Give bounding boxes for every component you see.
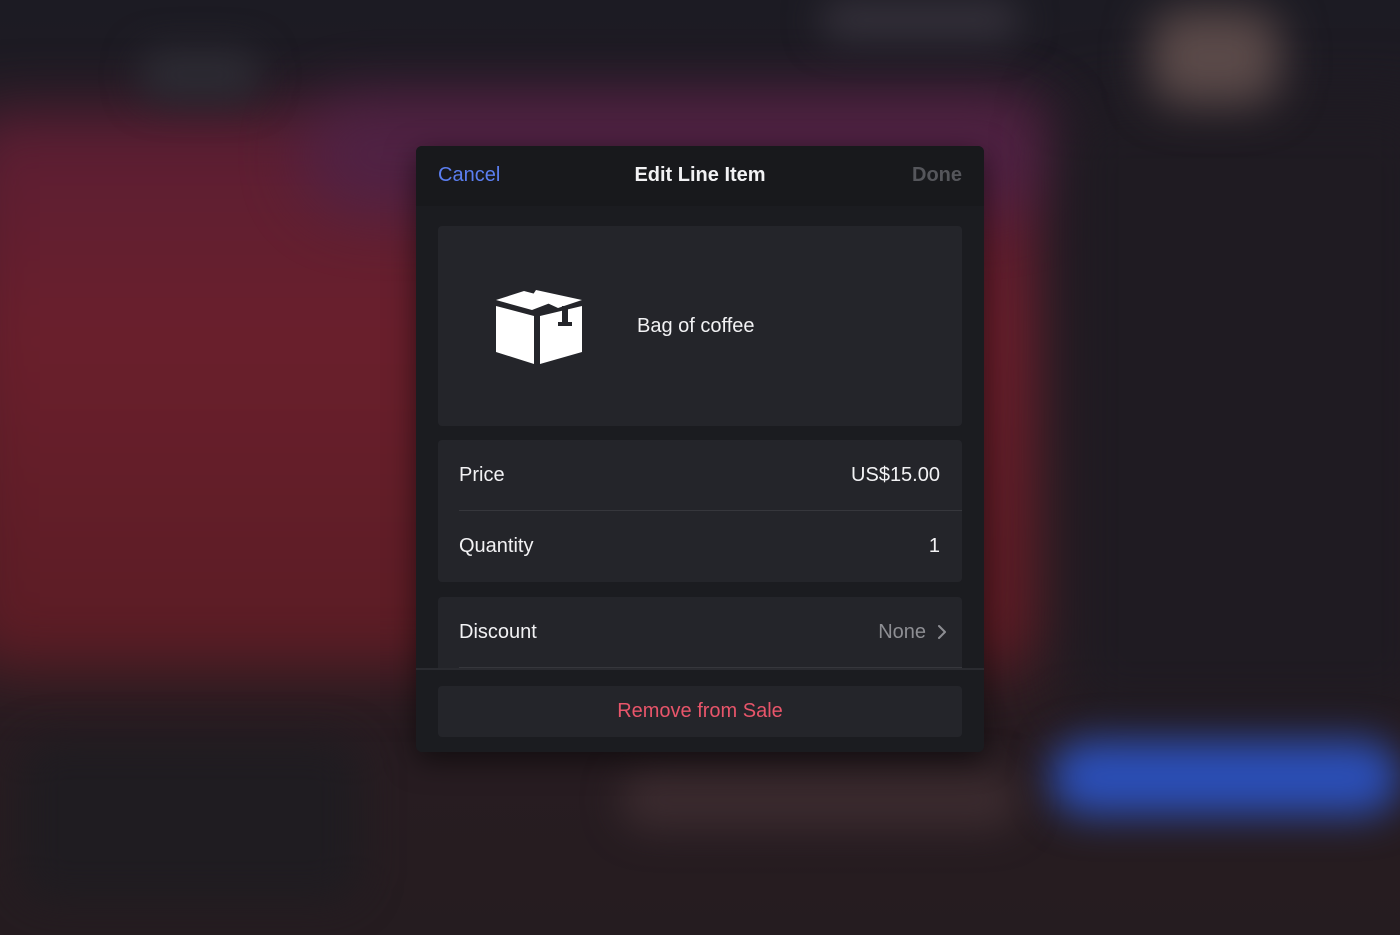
background-sidebar <box>1060 100 1400 720</box>
dialog-footer: Remove from Sale <box>416 668 984 752</box>
item-name: Bag of coffee <box>637 315 755 337</box>
dialog-title: Edit Line Item <box>634 164 766 186</box>
quantity-label: Quantity <box>459 535 534 557</box>
background-button <box>1050 740 1400 815</box>
done-button[interactable]: Done <box>912 164 962 187</box>
remove-from-sale-button[interactable]: Remove from Sale <box>438 686 962 737</box>
background-tile <box>20 740 360 900</box>
discount-value: None <box>878 621 926 643</box>
fields-card: Price US$15.00 Quantity 1 <box>438 440 962 582</box>
price-value: US$15.00 <box>851 464 940 486</box>
price-label: Price <box>459 464 505 486</box>
background-toolbar <box>620 770 1020 830</box>
quantity-row[interactable]: Quantity 1 <box>438 511 962 582</box>
edit-line-item-dialog: Cancel Edit Line Item Done Bag of coffee… <box>416 146 984 752</box>
background-topbar <box>820 0 1020 40</box>
background-avatar <box>1150 10 1280 105</box>
item-card: Bag of coffee <box>438 226 962 426</box>
dialog-header: Cancel Edit Line Item Done <box>416 146 984 206</box>
box-icon <box>496 290 582 364</box>
remove-from-sale-label: Remove from Sale <box>617 700 783 722</box>
background-logo <box>140 50 260 100</box>
price-row[interactable]: Price US$15.00 <box>438 440 962 511</box>
discount-row[interactable]: Discount None <box>438 597 962 669</box>
discount-label: Discount <box>459 621 537 643</box>
chevron-right-icon <box>938 625 946 639</box>
quantity-value: 1 <box>928 535 940 557</box>
